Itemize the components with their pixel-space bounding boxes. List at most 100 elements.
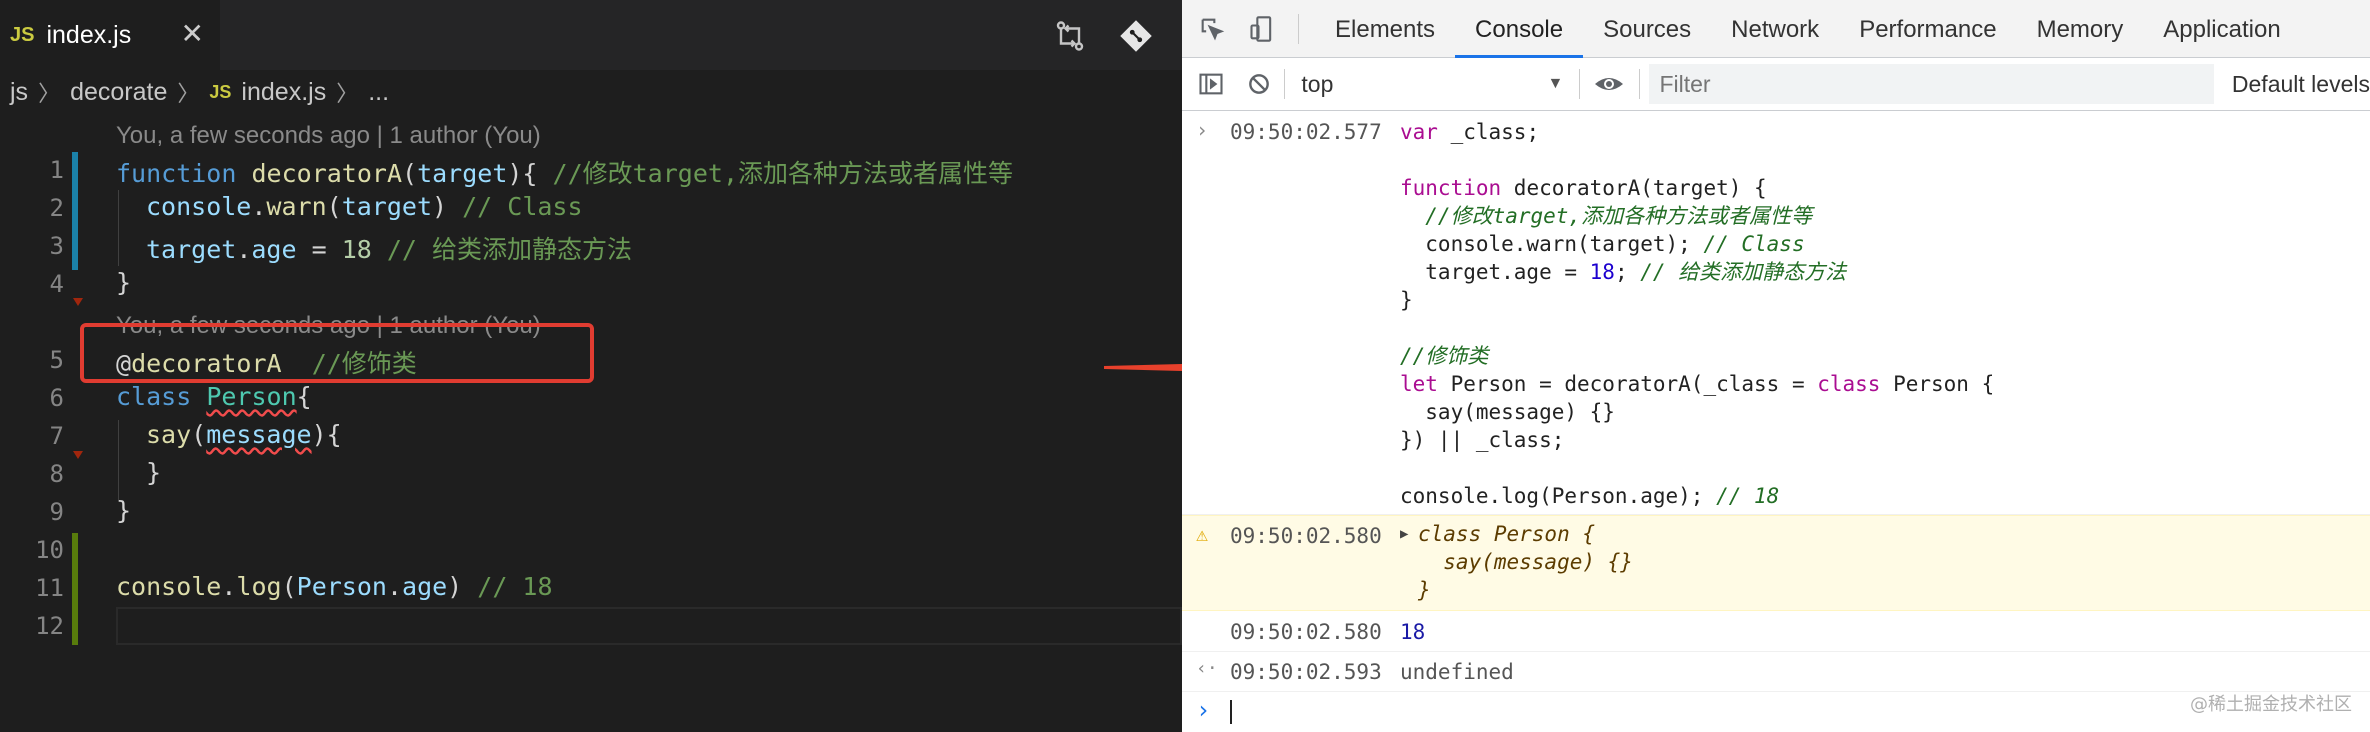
code-editor: JS index.js ✕ js 〉 decorate 〉 JS index.j… (0, 0, 1182, 732)
console-object-preview[interactable]: class Person { say(message) {}} (1418, 520, 1633, 604)
token-text: } (1400, 288, 1413, 312)
token-comment: // 给类添加静态方法 (1640, 260, 1847, 284)
devtools-tab-bar: Elements Console Sources Network Perform… (1182, 0, 2370, 58)
console-filter-input[interactable] (1649, 64, 2214, 104)
token-punct: ( (402, 159, 418, 188)
token-number: 18 (1589, 260, 1615, 284)
git-blame-annotation[interactable]: You, a few seconds ago | 1 author (You) (116, 122, 541, 150)
log-levels-dropdown[interactable]: Default levels (2232, 71, 2370, 98)
prompt-chevron-icon: › (1196, 696, 1211, 724)
token-keyword: function (1400, 176, 1502, 200)
token-variable: target (417, 159, 508, 188)
token-punct: { (296, 382, 312, 411)
token-punct (372, 235, 387, 264)
token-keyword: class (116, 382, 192, 411)
tab-sources[interactable]: Sources (1583, 0, 1711, 58)
breadcrumb-folder-decorate[interactable]: decorate (70, 78, 167, 107)
sidebar-toggle-icon[interactable] (1192, 64, 1230, 104)
token-punct (191, 382, 206, 411)
context-select[interactable]: top ▼ (1295, 64, 1569, 104)
eye-icon[interactable] (1590, 64, 1628, 104)
code-line-7[interactable]: say(message){ (146, 420, 342, 449)
line-number: 12 (35, 612, 64, 640)
console-log-entry: 09:50:02.580 18 (1182, 612, 2370, 652)
token-text: _class; (1437, 120, 1540, 144)
token-number: 18 (341, 235, 372, 264)
token-punct: = (296, 235, 342, 264)
token-text: }) || _class; (1400, 428, 1565, 452)
devtools-panel: Elements Console Sources Network Perform… (1182, 0, 2370, 732)
code-line-4[interactable]: } (116, 268, 131, 297)
token-punct: . (386, 572, 403, 601)
toolbar-divider (1638, 69, 1640, 99)
deleted-line-marker-icon (73, 298, 83, 306)
line-number: 10 (35, 536, 64, 564)
expand-triangle-icon[interactable]: ▶ (1400, 526, 1408, 542)
line-number: 5 (49, 346, 64, 374)
token-keyword: class (1817, 372, 1881, 396)
close-icon[interactable]: ✕ (181, 18, 204, 50)
text-cursor (1230, 700, 1232, 724)
breadcrumb-more[interactable]: ... (368, 78, 389, 107)
caret-down-icon: ▼ (1547, 75, 1564, 92)
token-variable: console (116, 572, 222, 601)
tab-network[interactable]: Network (1711, 0, 1839, 58)
token-text: console.log(Person.age); (1400, 484, 1717, 508)
token-variable: console (146, 192, 252, 221)
tab-console[interactable]: Console (1455, 0, 1584, 58)
token-punct: ( (191, 420, 207, 449)
line-number: 2 (49, 194, 64, 222)
git-commit-icon[interactable] (1118, 18, 1154, 54)
token-punct: ( (281, 572, 297, 601)
console-input-entry: › 09:50:02.577 var _class; function deco… (1182, 112, 2370, 515)
token-text: say(message) {} (1400, 400, 1615, 424)
token-function: log (236, 572, 282, 601)
code-line-1[interactable]: function decoratorA(target){ //修改target,… (116, 154, 1013, 190)
token-function: say (146, 420, 192, 449)
toolbar-divider (1284, 69, 1286, 99)
console-source-code[interactable]: var _class; function decoratorA(target) … (1400, 118, 1994, 510)
toolbar-divider (1298, 13, 1299, 44)
token-comment: // 18 (1716, 484, 1780, 508)
tab-elements[interactable]: Elements (1315, 0, 1455, 58)
modified-lines-bar (72, 152, 78, 270)
device-toggle-icon[interactable] (1242, 9, 1282, 49)
inspect-element-icon[interactable] (1192, 9, 1232, 49)
token-keyword: function (116, 159, 237, 188)
code-line-6[interactable]: class Person{ (116, 382, 312, 411)
token-text: decoratorA(target) { (1501, 176, 1767, 200)
token-comment: //修改target,添加各种方法或者属性等 (1400, 204, 1813, 228)
token-comment: // Class (1703, 232, 1805, 256)
code-line-2[interactable]: console.warn(target) // Class (146, 192, 583, 221)
tab-memory[interactable]: Memory (2017, 0, 2144, 58)
line-number: 3 (49, 232, 64, 260)
token-variable: message (206, 420, 312, 449)
indent-guide (118, 190, 119, 266)
breadcrumb: js 〉 decorate 〉 JS index.js 〉 ... (0, 70, 1182, 114)
current-line-highlight[interactable] (116, 607, 1182, 645)
line-number: 11 (35, 574, 64, 602)
code-line-8[interactable]: } (146, 458, 161, 487)
token-punct: . (221, 572, 237, 601)
console-log-value[interactable]: 18 (1400, 618, 1425, 646)
token-text: ; (1614, 260, 1641, 284)
annotation-highlight-box (80, 323, 594, 383)
token-comment: //修饰类 (1400, 344, 1489, 368)
code-line-3[interactable]: target.age = 18 // 给类添加静态方法 (146, 230, 632, 266)
chevron-right-icon: 〉 (336, 81, 359, 106)
breadcrumb-folder-js[interactable]: js (10, 78, 28, 107)
token-text: console.warn(target); (1400, 232, 1704, 256)
token-variable: target (341, 192, 433, 221)
token-text: target.age = (1400, 260, 1590, 284)
code-line-11[interactable]: console.log(Person.age) // 18 (116, 572, 553, 601)
token-function: decoratorA (251, 159, 402, 188)
js-file-icon: JS (10, 23, 35, 46)
source-control-compare-icon[interactable] (1052, 18, 1088, 54)
clear-console-icon[interactable] (1240, 64, 1278, 104)
editor-tab-index-js[interactable]: JS index.js ✕ (0, 0, 220, 70)
code-line-9[interactable]: } (116, 496, 131, 525)
breadcrumb-file[interactable]: index.js (241, 78, 326, 107)
console-result-value[interactable]: undefined (1400, 658, 1514, 686)
tab-application[interactable]: Application (2143, 0, 2300, 58)
tab-performance[interactable]: Performance (1839, 0, 2016, 58)
